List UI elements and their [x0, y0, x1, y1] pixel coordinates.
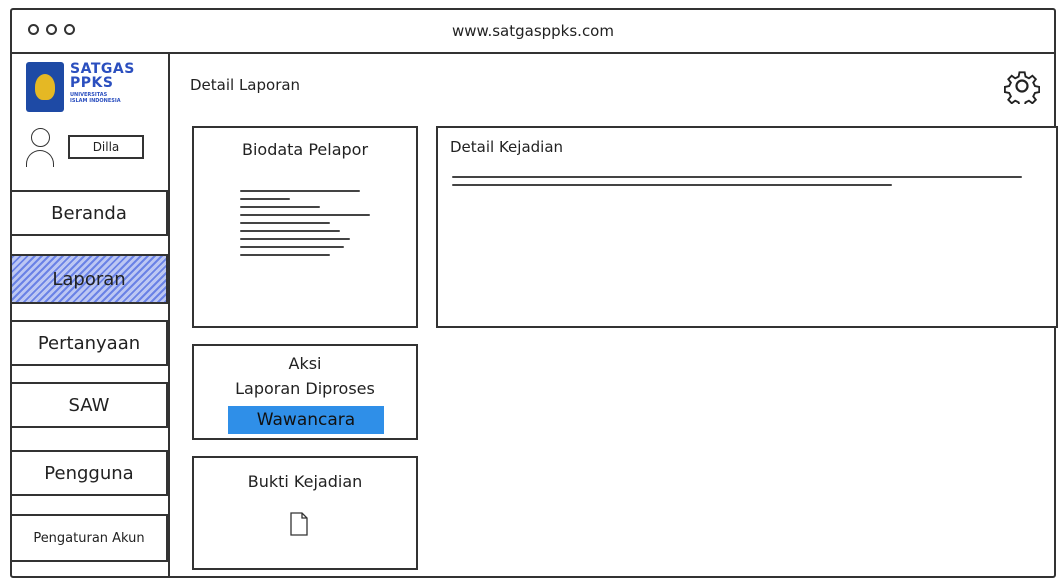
user-row: Dilla	[26, 128, 144, 167]
sidebar-item-laporan[interactable]: Laporan	[12, 254, 168, 304]
sidebar-item-pengaturan-akun[interactable]: Pengaturan Akun	[12, 514, 168, 562]
bukti-title: Bukti Kejadian	[247, 472, 363, 491]
logo-title-1: SATGAS	[70, 61, 135, 77]
browser-window: www.satgasppks.com SATGAS PPKS UNIVERSIT…	[10, 8, 1058, 578]
kejadian-scribble	[452, 170, 1042, 192]
document-icon[interactable]	[290, 512, 308, 536]
detail-kejadian-card: Detail Kejadian	[436, 126, 1058, 328]
sidebar-item-pertanyaan[interactable]: Pertanyaan	[12, 320, 168, 366]
logo-subtitle: UNIVERSITAS ISLAM INDONESIA	[70, 92, 121, 104]
aksi-title: Aksi	[288, 354, 322, 373]
aksi-status: Laporan Diproses	[235, 379, 375, 398]
sidebar-item-beranda[interactable]: Beranda	[12, 190, 168, 236]
sidebar-item-pengguna[interactable]: Pengguna	[12, 450, 168, 496]
logo-emblem	[26, 62, 64, 112]
aksi-card: Aksi Laporan Diproses Wawancara	[192, 344, 418, 440]
page-title: Detail Laporan	[190, 76, 301, 94]
biodata-card: Biodata Pelapor	[192, 126, 418, 328]
detail-kejadian-title: Detail Kejadian	[450, 138, 564, 156]
sidebar: SATGAS PPKS UNIVERSITAS ISLAM INDONESIA …	[12, 54, 170, 576]
main-content: Detail Laporan Biodata Pelapor Detail Ke…	[170, 54, 1058, 576]
browser-titlebar: www.satgasppks.com	[12, 10, 1054, 54]
biodata-scribble	[240, 184, 370, 262]
sidebar-item-saw[interactable]: SAW	[12, 382, 168, 428]
logo-title-2: PPKS	[70, 75, 114, 91]
username-box: Dilla	[68, 135, 144, 159]
logo: SATGAS PPKS UNIVERSITAS ISLAM INDONESIA	[26, 62, 135, 112]
biodata-title: Biodata Pelapor	[241, 140, 369, 159]
gear-icon[interactable]	[1004, 68, 1040, 104]
wawancara-button[interactable]: Wawancara	[228, 406, 384, 434]
bukti-card: Bukti Kejadian	[192, 456, 418, 570]
url-bar[interactable]: www.satgasppks.com	[12, 22, 1054, 40]
user-avatar-icon	[26, 128, 54, 167]
